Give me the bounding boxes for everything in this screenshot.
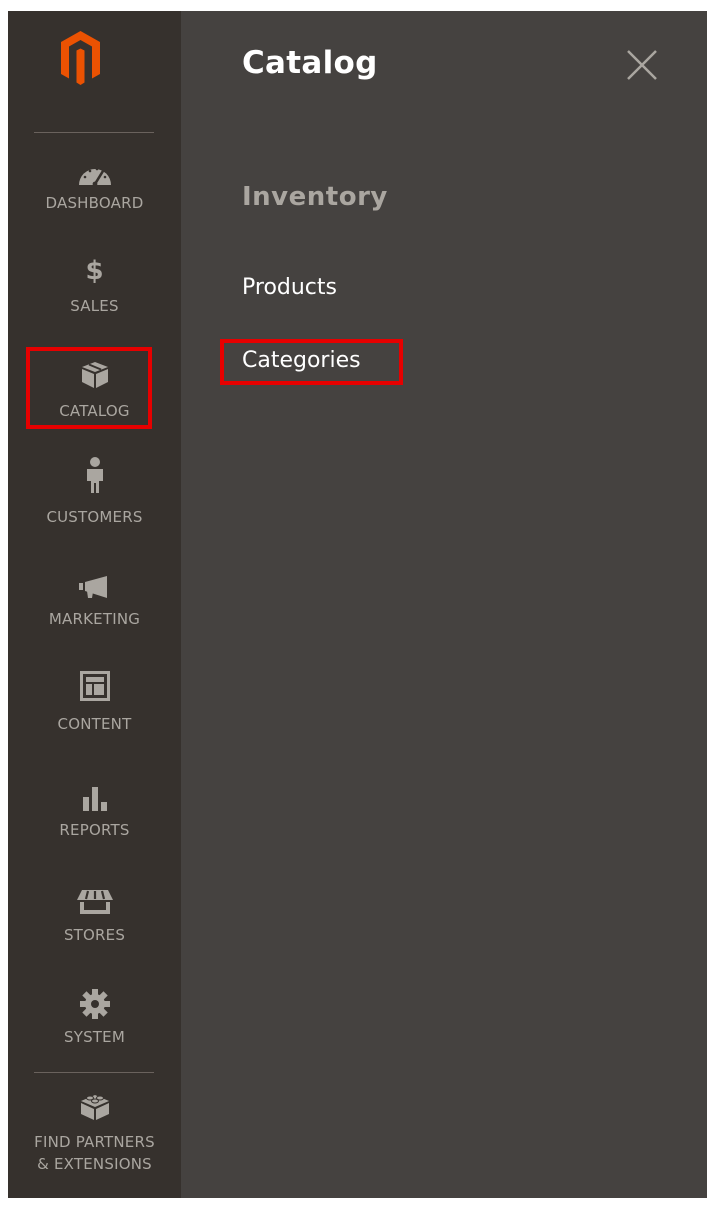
sidebar-item-label: REPORTS bbox=[59, 821, 130, 839]
megaphone-icon bbox=[8, 574, 181, 600]
layout-icon bbox=[8, 671, 181, 701]
sidebar-item-sales[interactable]: $ SALES bbox=[8, 257, 181, 319]
dollar-icon: $ bbox=[85, 256, 104, 286]
sidebar-item-find-partners-extensions[interactable]: FIND PARTNERS & EXTENSIONS bbox=[8, 1091, 181, 1183]
sidebar-item-label: FIND PARTNERS bbox=[34, 1133, 155, 1151]
sidebar-item-label: SYSTEM bbox=[64, 1028, 125, 1046]
sidebar-item-label: MARKETING bbox=[48, 610, 141, 628]
sidebar-item-dashboard[interactable]: DASHBOARD bbox=[8, 161, 181, 221]
catalog-highlight-box bbox=[26, 347, 152, 429]
blocks-icon bbox=[8, 1091, 181, 1121]
admin-frame: DASHBOARD $ SALES CATALOG CUSTOMERS MARK… bbox=[8, 11, 707, 1198]
storefront-icon bbox=[8, 889, 181, 915]
dashboard-gauge-icon bbox=[8, 161, 181, 187]
sidebar-item-reports[interactable]: REPORTS bbox=[8, 785, 181, 843]
panel-title: Catalog bbox=[242, 45, 378, 81]
sidebar-item-label: CONTENT bbox=[57, 715, 132, 733]
menu-link-products[interactable]: Products bbox=[242, 275, 337, 300]
bar-chart-icon bbox=[8, 785, 181, 811]
close-icon[interactable] bbox=[624, 47, 660, 83]
sidebar-item-label: CUSTOMERS bbox=[46, 508, 143, 526]
sidebar-item-label: & EXTENSIONS bbox=[37, 1155, 152, 1173]
sidebar-divider bbox=[34, 132, 154, 133]
person-icon bbox=[8, 457, 181, 493]
section-heading-inventory: Inventory bbox=[242, 182, 388, 212]
sidebar-divider bbox=[34, 1072, 154, 1073]
magento-logo-icon[interactable] bbox=[61, 31, 100, 85]
sidebar-item-label: DASHBOARD bbox=[45, 194, 144, 212]
sidebar-item-label: STORES bbox=[63, 926, 126, 944]
gear-icon bbox=[8, 988, 181, 1020]
categories-highlight-box bbox=[220, 339, 403, 385]
sidebar-item-label: SALES bbox=[70, 297, 119, 315]
sidebar-item-marketing[interactable]: MARKETING bbox=[8, 574, 181, 634]
sidebar-item-customers[interactable]: CUSTOMERS bbox=[8, 457, 181, 527]
sidebar-item-system[interactable]: SYSTEM bbox=[8, 988, 181, 1050]
admin-sidebar: DASHBOARD $ SALES CATALOG CUSTOMERS MARK… bbox=[8, 11, 181, 1198]
sidebar-item-stores[interactable]: STORES bbox=[8, 889, 181, 949]
sidebar-item-content[interactable]: CONTENT bbox=[8, 671, 181, 735]
